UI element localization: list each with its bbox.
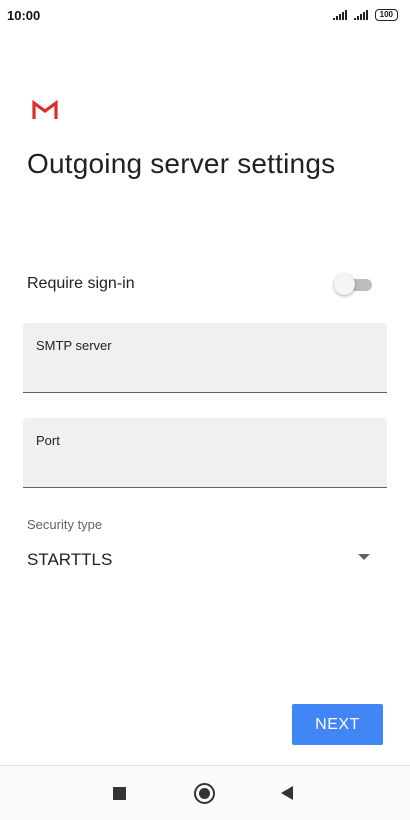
status-icons: 100 bbox=[332, 9, 398, 21]
smtp-server-label: SMTP server bbox=[36, 338, 112, 353]
security-type-label: Security type bbox=[27, 517, 103, 532]
port-field[interactable]: Port bbox=[23, 418, 387, 488]
status-bar: 10:00 100 bbox=[0, 0, 410, 30]
dropdown-arrow-icon bbox=[358, 554, 370, 560]
battery-level: 100 bbox=[379, 10, 393, 19]
require-signin-toggle[interactable] bbox=[334, 273, 372, 295]
signal-strength-icon bbox=[353, 10, 368, 20]
next-button[interactable]: NEXT bbox=[292, 704, 383, 745]
battery-icon: 100 bbox=[374, 9, 398, 21]
security-type-value: STARTTLS bbox=[27, 550, 113, 569]
gmail-logo-icon bbox=[32, 100, 58, 119]
smtp-server-field[interactable]: SMTP server bbox=[23, 323, 387, 393]
security-type-dropdown[interactable]: STARTTLS bbox=[27, 546, 373, 574]
back-triangle-icon[interactable] bbox=[281, 786, 293, 800]
navigation-bar bbox=[0, 765, 410, 820]
toggle-thumb bbox=[334, 274, 355, 295]
require-signin-label: Require sign-in bbox=[27, 275, 135, 292]
signal-strength-icon bbox=[332, 10, 347, 20]
require-signin-row[interactable]: Require sign-in bbox=[27, 270, 372, 298]
recents-square-icon[interactable] bbox=[113, 787, 126, 800]
home-circle-icon[interactable] bbox=[194, 783, 215, 804]
page-title: Outgoing server settings bbox=[27, 148, 336, 179]
outgoing-server-settings-screen: 10:00 100 Outgoing server settings Requi… bbox=[0, 0, 410, 820]
port-label: Port bbox=[36, 433, 60, 448]
status-time: 10:00 bbox=[7, 7, 41, 23]
